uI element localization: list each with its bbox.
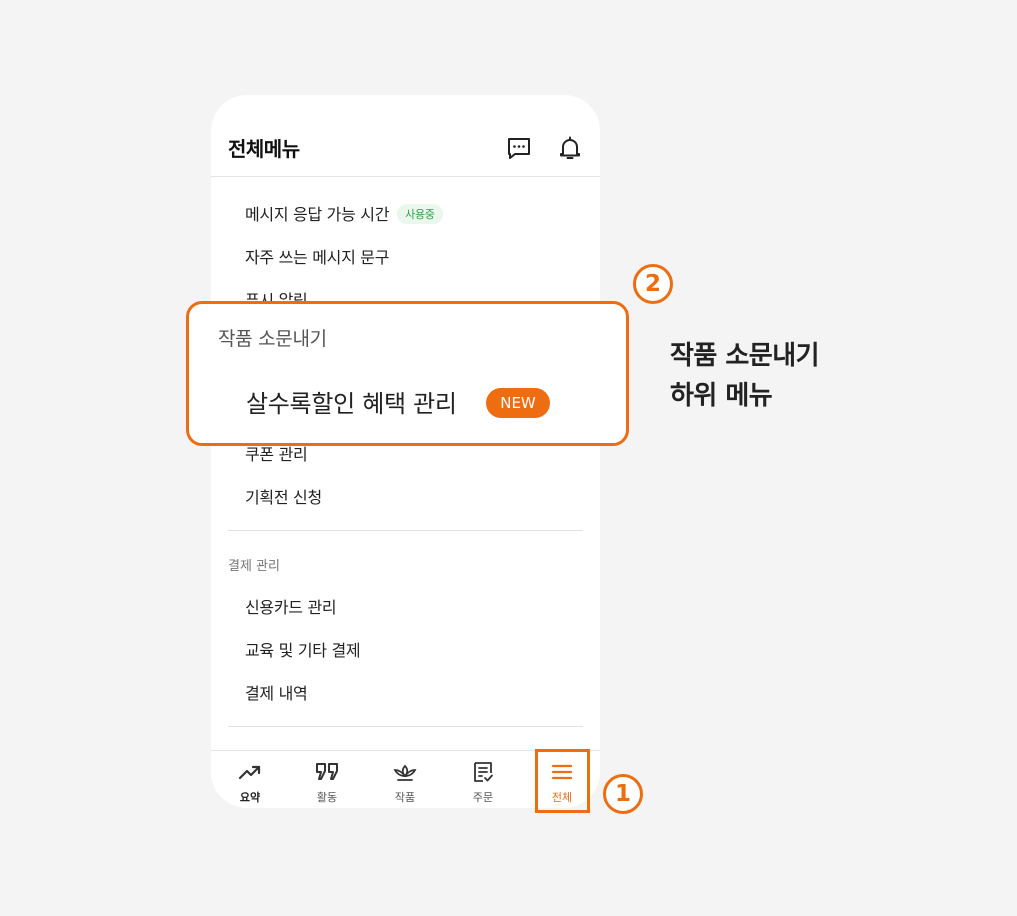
header: 전체메뉴 <box>211 95 600 177</box>
chat-icon[interactable] <box>506 135 532 161</box>
highlight-box-all-tab <box>535 749 590 813</box>
menu-item-credit-card[interactable]: 신용카드 관리 <box>245 594 337 618</box>
menu-item-label: 메시지 응답 가능 시간 <box>245 205 390 224</box>
tab-label: 주문 <box>472 791 494 804</box>
tab-works[interactable]: 작품 <box>375 761 435 805</box>
tab-label: 작품 <box>394 791 416 804</box>
callout-works-promotion: 작품 소문내기 살수록할인 혜택 관리 NEW <box>186 301 629 446</box>
tab-label: 요약 <box>239 791 261 804</box>
tab-summary[interactable]: 요약 <box>220 761 280 805</box>
menu-item-volume-discount[interactable]: 살수록할인 혜택 관리 <box>246 384 457 419</box>
new-badge: NEW <box>486 388 550 418</box>
section-label-payment: 결제 관리 <box>228 559 280 574</box>
menu-item-education-payment[interactable]: 교육 및 기타 결제 <box>245 637 361 661</box>
bell-icon[interactable] <box>557 135 583 161</box>
step-marker-one: 1 <box>603 774 643 814</box>
divider <box>228 726 583 727</box>
side-annotation: 작품 소문내기 하위 메뉴 <box>670 336 820 416</box>
order-icon <box>474 762 493 782</box>
callout-section-title: 작품 소문내기 <box>218 328 327 350</box>
step-marker-two: 2 <box>633 264 673 304</box>
page-title: 전체메뉴 <box>228 137 300 161</box>
side-annotation-line: 하위 메뉴 <box>670 381 773 411</box>
tab-orders[interactable]: 주문 <box>453 761 513 805</box>
status-badge: 사용중 <box>397 204 443 224</box>
phone-frame: 전체메뉴 메시지 응답 가능 시간사용중 자주 쓰는 메시지 문구 푸시 알림 … <box>211 95 600 808</box>
menu-item-response-time[interactable]: 메시지 응답 가능 시간 사용중 <box>245 201 443 225</box>
menu-item-payment-history[interactable]: 결제 내역 <box>245 680 308 704</box>
side-annotation-line: 작품 소문내기 <box>670 341 820 371</box>
menu-item-saved-phrases[interactable]: 자주 쓰는 메시지 문구 <box>245 244 389 268</box>
quote-icon <box>316 763 338 780</box>
tab-activity[interactable]: 활동 <box>297 761 357 805</box>
menu-item-exhibition[interactable]: 기획전 신청 <box>245 484 322 508</box>
trend-icon <box>238 765 261 780</box>
plant-icon <box>393 764 417 781</box>
divider <box>228 530 583 531</box>
tab-label: 활동 <box>316 791 338 804</box>
